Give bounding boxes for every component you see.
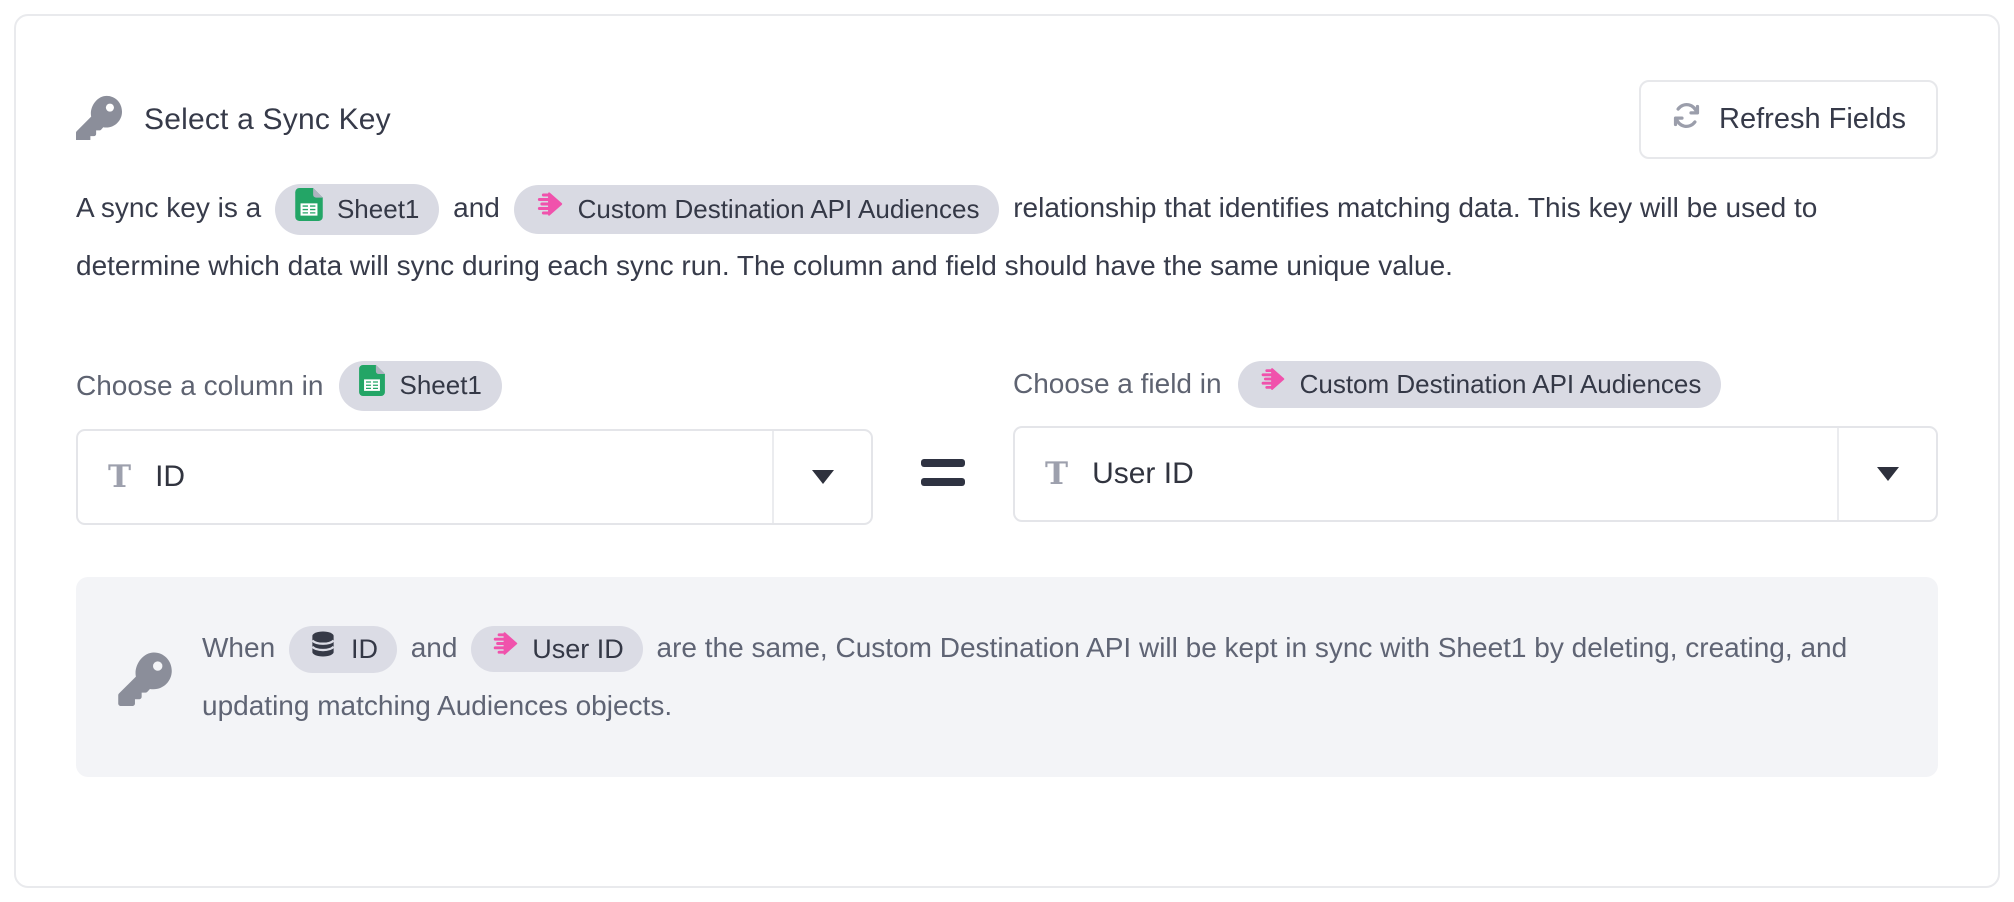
database-icon: [308, 629, 338, 670]
source-badge-label: Sheet1: [337, 191, 419, 229]
destination-badge-label: Custom Destination API Audiences: [1300, 366, 1702, 404]
column-select-value-wrap: T ID: [78, 431, 772, 523]
refresh-button-label: Refresh Fields: [1719, 103, 1906, 136]
field-select-value-wrap: T User ID: [1015, 428, 1837, 520]
column-select-dropdown-toggle[interactable]: [772, 431, 871, 523]
sync-key-card: Select a Sync Key Refresh Fields A sync …: [14, 14, 2000, 888]
column-label: Choose a column in She: [76, 361, 873, 411]
refresh-icon: [1671, 100, 1702, 139]
destination-badge: Custom Destination API Audiences: [514, 185, 1000, 234]
source-badge-label: Sheet1: [399, 367, 481, 405]
info-text-part: and: [411, 632, 458, 663]
caret-down-icon: [1877, 467, 1899, 481]
column-select-value: ID: [155, 460, 185, 494]
column-key-badge-label: ID: [351, 630, 378, 669]
caret-down-icon: [812, 470, 834, 484]
refresh-fields-button[interactable]: Refresh Fields: [1639, 80, 1938, 159]
spreadsheet-icon: [295, 188, 323, 232]
source-badge: Sheet1: [339, 361, 501, 411]
source-badge: Sheet1: [275, 184, 439, 236]
title-wrap: Select a Sync Key: [76, 94, 391, 145]
column-select[interactable]: T ID: [76, 429, 873, 525]
field-select[interactable]: T User ID: [1013, 426, 1938, 522]
key-icon: [116, 648, 174, 711]
text-type-icon: T: [108, 459, 131, 495]
sync-key-info-box: When ID and: [76, 577, 1938, 777]
page-title: Select a Sync Key: [144, 103, 391, 137]
spreadsheet-icon: [359, 365, 385, 407]
field-select-dropdown-toggle[interactable]: [1837, 428, 1936, 520]
field-select-value: User ID: [1092, 457, 1194, 491]
column-section: Choose a column in She: [76, 361, 873, 525]
column-label-text: Choose a column in: [76, 370, 323, 402]
header-row: Select a Sync Key Refresh Fields: [76, 80, 1938, 159]
key-icon: [76, 94, 122, 145]
destination-arrow-icon: [534, 189, 564, 230]
equals-bar: [921, 478, 965, 486]
description-text: and: [453, 192, 500, 223]
equals-column: [873, 361, 1013, 525]
info-text: When ID and: [202, 619, 1898, 735]
field-section: Choose a field in Custom Destination API…: [1013, 361, 1938, 525]
field-label: Choose a field in Custom Destination API…: [1013, 361, 1938, 408]
info-text-part: When: [202, 632, 275, 663]
description-text: A sync key is a: [76, 192, 261, 223]
destination-badge-label: Custom Destination API Audiences: [578, 191, 980, 229]
destination-arrow-icon: [490, 629, 519, 669]
equals-operator: [921, 459, 965, 486]
text-type-icon: T: [1045, 456, 1068, 492]
field-key-badge-label: User ID: [532, 630, 624, 669]
column-key-badge: ID: [289, 626, 397, 673]
description: A sync key is a Sheet1 and: [76, 179, 1938, 295]
destination-arrow-icon: [1258, 365, 1286, 404]
equals-bar: [921, 459, 965, 467]
field-label-text: Choose a field in: [1013, 368, 1222, 400]
sync-key-mapping-row: Choose a column in She: [76, 361, 1938, 525]
destination-badge: Custom Destination API Audiences: [1238, 361, 1722, 408]
field-key-badge: User ID: [471, 626, 643, 672]
